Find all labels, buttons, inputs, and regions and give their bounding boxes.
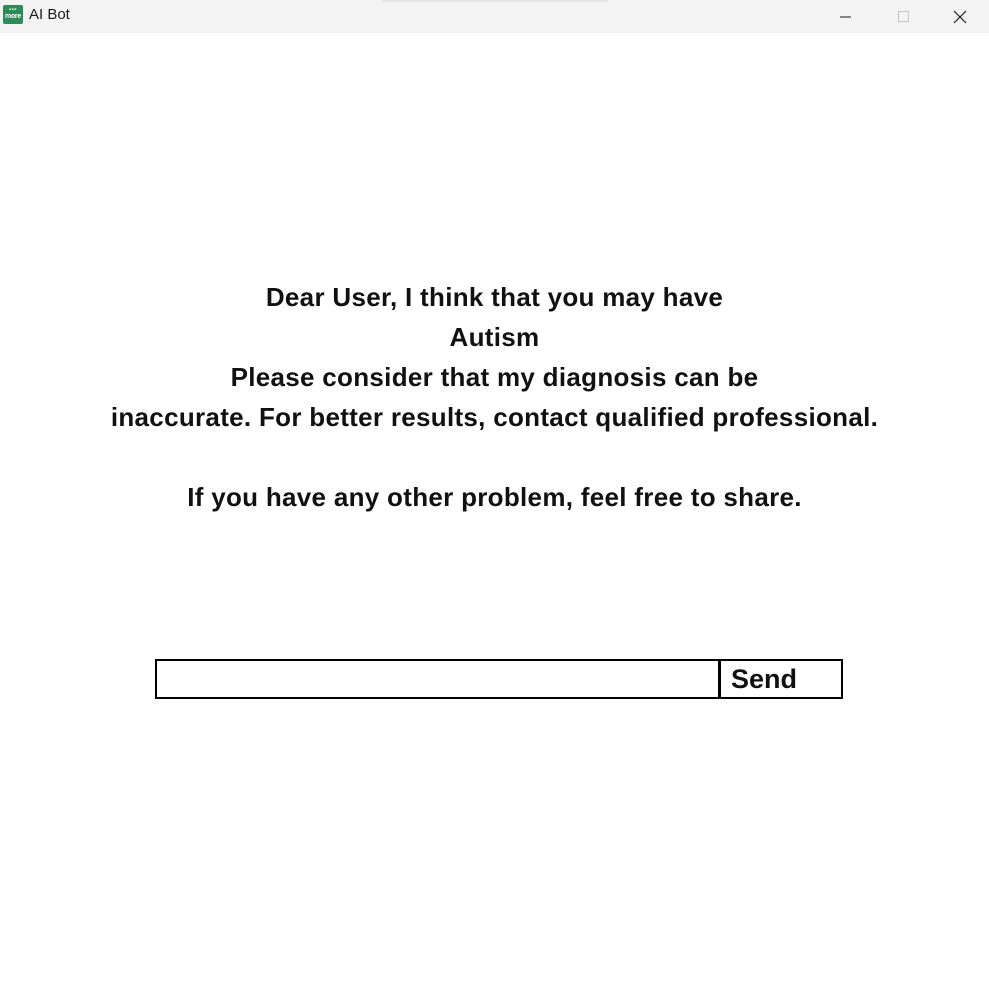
response-line: inaccurate. For better results, contact … (110, 402, 879, 432)
app-logo-icon: ▪▪▪ more (3, 5, 23, 24)
response-line: Dear User, I think that you may have (265, 282, 724, 312)
diagnosis-text: Autism (449, 322, 540, 352)
title-divider (382, 0, 608, 2)
response-line: Please consider that my diagnosis can be (230, 362, 759, 392)
title-bar: ▪▪▪ more AI Bot (0, 0, 989, 33)
close-icon (953, 10, 967, 23)
window-title: AI Bot (29, 6, 70, 23)
chat-area: Dear User, I think that you may have Aut… (0, 33, 989, 998)
maximize-icon (898, 10, 909, 22)
minimize-button[interactable] (817, 0, 875, 33)
message-input[interactable] (155, 659, 718, 699)
maximize-button[interactable] (875, 0, 933, 33)
minimize-icon (840, 16, 851, 17)
chat-input-row: Send (155, 659, 843, 699)
app-window: ▪▪▪ more AI Bot Dear User, I think that y… (0, 0, 989, 998)
bot-response: Dear User, I think that you may have Aut… (0, 277, 989, 517)
send-button[interactable]: Send (718, 659, 843, 699)
followup-prompt: If you have any other problem, feel free… (187, 482, 802, 512)
close-button[interactable] (931, 0, 989, 33)
